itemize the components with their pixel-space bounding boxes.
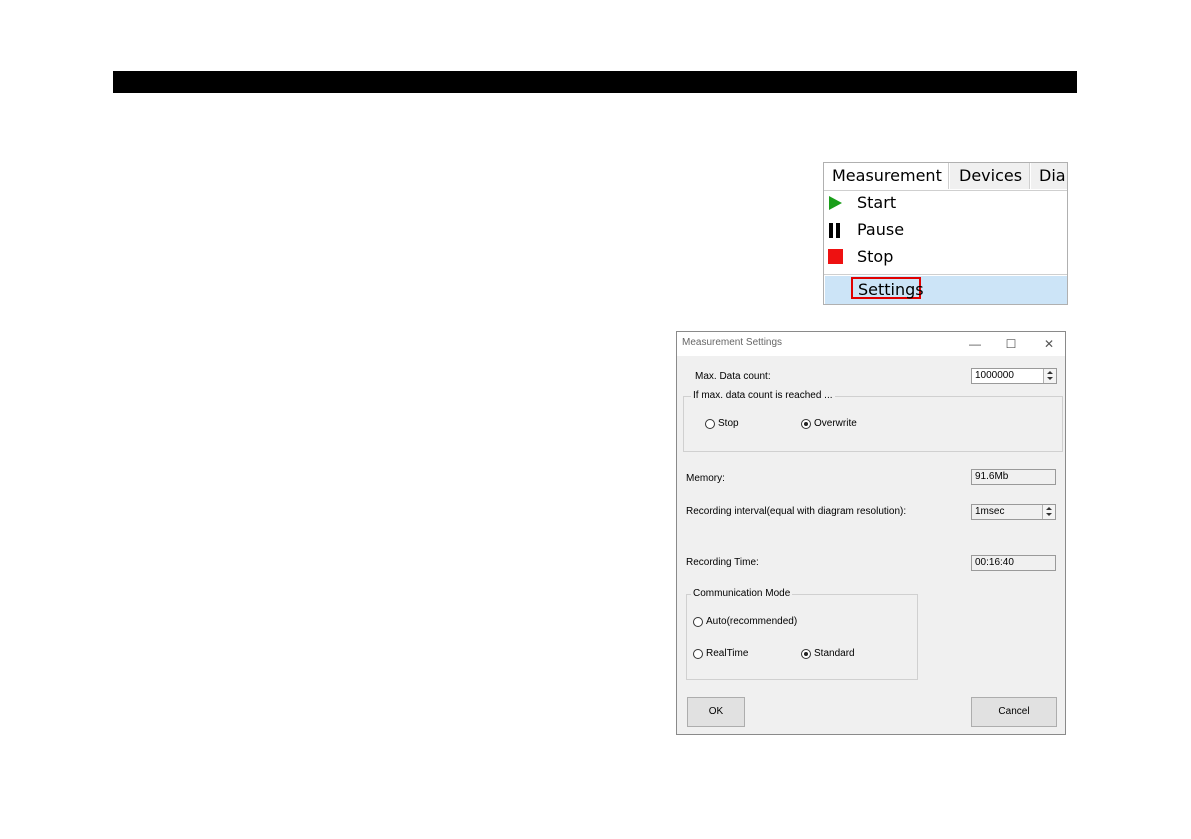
- menu-item-settings[interactable]: Settings: [825, 276, 1067, 304]
- ok-button[interactable]: OK: [687, 697, 745, 727]
- interval-input[interactable]: 1msec: [971, 504, 1056, 520]
- max-data-value: 1000000: [975, 370, 1014, 381]
- menu-item-label: Settings: [858, 280, 924, 299]
- menu-bar: Measurement Devices Dia: [824, 163, 1067, 191]
- pause-icon: [829, 223, 840, 238]
- memory-label: Memory:: [686, 473, 725, 484]
- communication-mode-title: Communication Mode: [691, 588, 793, 599]
- realtime-radio-label: RealTime: [706, 648, 749, 659]
- max-data-label: Max. Data count:: [695, 371, 771, 382]
- measurement-settings-dialog: Measurement Settings — ☐ ✕ Max. Data cou…: [676, 331, 1066, 735]
- auto-radio[interactable]: [693, 617, 703, 627]
- title-bar: Measurement Settings — ☐ ✕: [677, 332, 1065, 356]
- auto-radio-label: Auto(recommended): [706, 616, 798, 627]
- spin-down-icon[interactable]: [1047, 377, 1053, 380]
- minimize-button[interactable]: —: [965, 335, 985, 353]
- max-reached-group-title: If max. data count is reached ...: [691, 390, 835, 401]
- standard-radio[interactable]: [801, 649, 811, 659]
- interval-spinner[interactable]: [1042, 505, 1055, 519]
- stop-radio[interactable]: [705, 419, 715, 429]
- standard-radio-label: Standard: [814, 648, 855, 659]
- interval-label: Recording interval(equal with diagram re…: [686, 506, 907, 517]
- recording-time-label: Recording Time:: [686, 557, 759, 568]
- recording-time-field: 00:16:40: [971, 555, 1056, 571]
- memory-value: 91.6Mb: [975, 471, 1009, 482]
- stop-icon: [828, 249, 843, 264]
- close-button[interactable]: ✕: [1039, 335, 1059, 353]
- menu-devices[interactable]: Devices: [950, 163, 1030, 189]
- realtime-radio[interactable]: [693, 649, 703, 659]
- memory-field: 91.6Mb: [971, 469, 1056, 485]
- overwrite-radio[interactable]: [801, 419, 811, 429]
- dialog-body: Max. Data count: 1000000 If max. data co…: [677, 356, 1065, 734]
- menu-item-label: Pause: [857, 220, 905, 239]
- menu-item-pause[interactable]: Pause: [824, 217, 1067, 244]
- max-data-spinner[interactable]: [1043, 369, 1056, 383]
- recording-time-value: 00:16:40: [975, 557, 1014, 568]
- max-reached-group: [683, 396, 1063, 452]
- maximize-button[interactable]: ☐: [1001, 335, 1021, 353]
- spin-up-icon[interactable]: [1046, 507, 1052, 510]
- measurement-menu: Measurement Devices Dia Start Pause Stop…: [823, 162, 1068, 305]
- menu-separator: [824, 274, 1067, 275]
- menu-measurement[interactable]: Measurement: [824, 163, 949, 189]
- menu-diagram[interactable]: Dia: [1031, 163, 1067, 189]
- header-bar: [113, 71, 1077, 93]
- max-data-input[interactable]: 1000000: [971, 368, 1057, 384]
- menu-item-label: Stop: [857, 247, 894, 266]
- interval-value: 1msec: [975, 506, 1005, 517]
- menu-item-label: Start: [857, 193, 897, 212]
- menu-item-start[interactable]: Start: [824, 190, 1067, 217]
- dialog-title: Measurement Settings: [682, 337, 783, 348]
- menu-item-stop[interactable]: Stop: [824, 244, 1067, 271]
- spin-up-icon[interactable]: [1047, 371, 1053, 374]
- overwrite-radio-label: Overwrite: [814, 418, 857, 429]
- play-icon: [829, 196, 842, 210]
- communication-mode-group: [686, 594, 918, 680]
- cancel-button[interactable]: Cancel: [971, 697, 1057, 727]
- settings-highlight-box: Settings: [851, 277, 924, 299]
- stop-radio-label: Stop: [718, 418, 739, 429]
- spin-down-icon[interactable]: [1046, 513, 1052, 516]
